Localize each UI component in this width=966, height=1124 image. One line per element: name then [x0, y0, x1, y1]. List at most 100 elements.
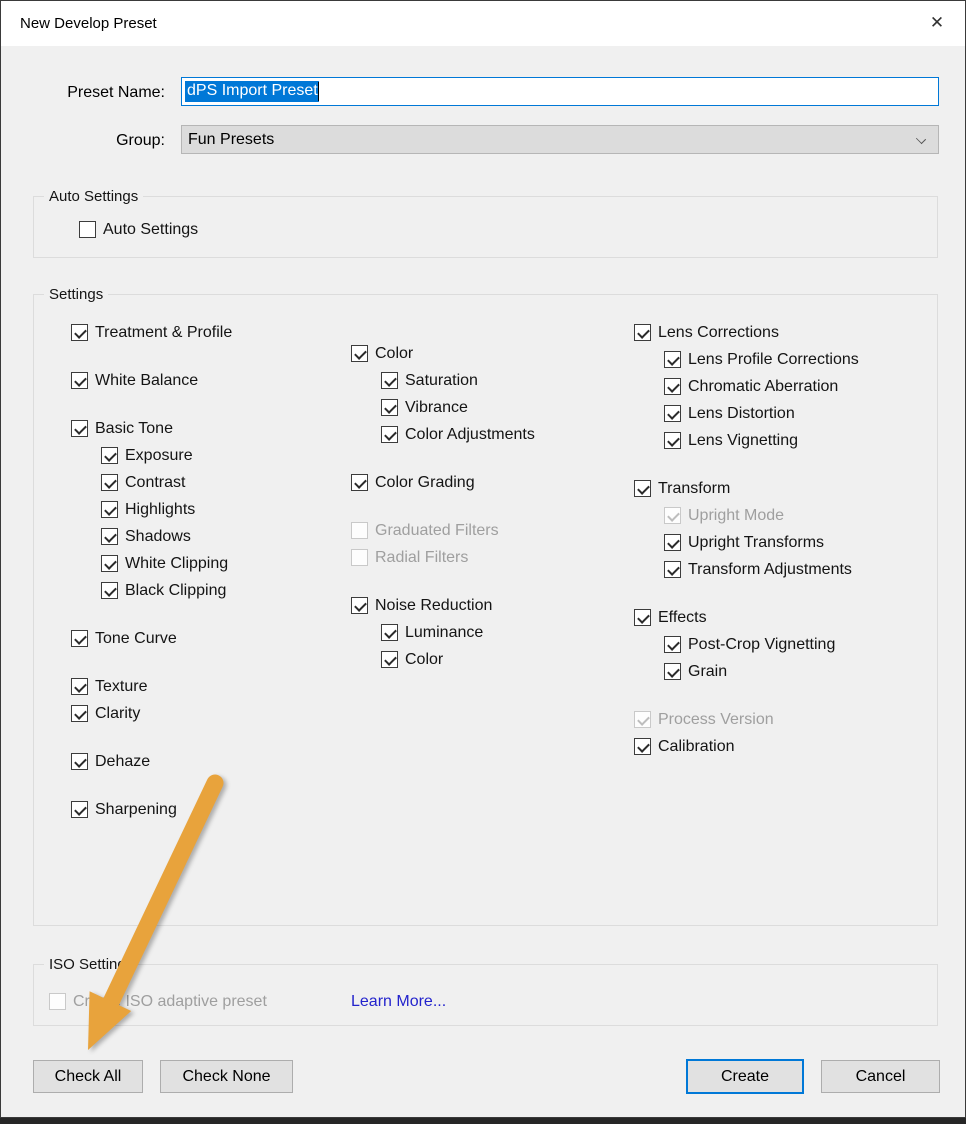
checkbox-calibration[interactable]: Calibration	[634, 733, 859, 760]
checkbox-color-adjustments[interactable]: Color Adjustments	[381, 421, 535, 448]
checkbox-white-clipping[interactable]: White Clipping	[101, 550, 232, 577]
checked-checkbox-icon[interactable]	[634, 324, 651, 341]
checked-checkbox-icon[interactable]	[351, 597, 368, 614]
group-dropdown[interactable]: Fun Presets	[181, 125, 939, 154]
checkbox-post-crop-vignetting[interactable]: Post-Crop Vignetting	[664, 631, 859, 658]
checkbox-texture[interactable]: Texture	[71, 673, 232, 700]
checked-checkbox-icon[interactable]	[381, 399, 398, 416]
checked-checkbox-icon[interactable]	[634, 738, 651, 755]
checkbox-lens-corrections[interactable]: Lens Corrections	[634, 319, 859, 346]
checked-checkbox-icon[interactable]	[71, 753, 88, 770]
checkbox-transform[interactable]: Transform	[634, 475, 859, 502]
preset-name-input[interactable]: dPS Import Preset	[181, 77, 939, 106]
checkbox-group: Effects Post-Crop Vignetting Grain	[634, 604, 859, 685]
unchecked-checkbox-icon[interactable]	[79, 221, 96, 238]
checked-checkbox-icon[interactable]	[101, 582, 118, 599]
checked-checkbox-icon[interactable]	[71, 705, 88, 722]
learn-more-link[interactable]: Learn More...	[351, 993, 446, 1011]
checkbox-effects[interactable]: Effects	[634, 604, 859, 631]
checkbox-highlights[interactable]: Highlights	[101, 496, 232, 523]
checked-checkbox-icon[interactable]	[351, 474, 368, 491]
checkbox-lens-vignetting[interactable]: Lens Vignetting	[664, 427, 859, 454]
checkbox-dehaze[interactable]: Dehaze	[71, 748, 232, 775]
checkbox-chromatic-aberration[interactable]: Chromatic Aberration	[664, 373, 859, 400]
checkbox-process-version: Process Version	[634, 706, 859, 733]
checkbox-white-balance[interactable]: White Balance	[71, 367, 232, 394]
checked-checkbox-icon[interactable]	[71, 801, 88, 818]
checkbox-lens-profile-corrections[interactable]: Lens Profile Corrections	[664, 346, 859, 373]
checked-checkbox-icon[interactable]	[381, 624, 398, 641]
checked-checkbox-icon[interactable]	[634, 609, 651, 626]
checkbox-label: Texture	[95, 678, 147, 696]
checkbox-exposure[interactable]: Exposure	[101, 442, 232, 469]
checked-checkbox-icon[interactable]	[101, 501, 118, 518]
checkbox-color[interactable]: Color	[351, 340, 535, 367]
check-all-button[interactable]: Check All	[33, 1060, 143, 1093]
checked-checkbox-icon[interactable]	[664, 432, 681, 449]
checkbox-shadows[interactable]: Shadows	[101, 523, 232, 550]
checkbox-label: Exposure	[125, 447, 193, 465]
checked-checkbox-icon[interactable]	[664, 561, 681, 578]
checkbox-auto-settings[interactable]: Auto Settings	[79, 216, 198, 243]
checked-checkbox-icon[interactable]	[664, 636, 681, 653]
cancel-button[interactable]: Cancel	[821, 1060, 940, 1093]
checkbox-noise-reduction[interactable]: Noise Reduction	[351, 592, 535, 619]
checkbox-basic-tone[interactable]: Basic Tone	[71, 415, 232, 442]
checkbox-group: Process VersionCalibration	[634, 706, 859, 760]
checkbox-contrast[interactable]: Contrast	[101, 469, 232, 496]
checked-checkbox-icon[interactable]	[664, 351, 681, 368]
checked-checkbox-icon[interactable]	[664, 663, 681, 680]
checkbox-upright-transforms[interactable]: Upright Transforms	[664, 529, 859, 556]
close-icon[interactable]: ✕	[921, 8, 953, 38]
checked-checkbox-icon[interactable]	[634, 480, 651, 497]
checked-checkbox-icon[interactable]	[664, 405, 681, 422]
checkbox-label: Black Clipping	[125, 582, 226, 600]
checkbox-luminance[interactable]: Luminance	[381, 619, 535, 646]
check-none-button[interactable]: Check None	[160, 1060, 293, 1093]
create-button[interactable]: Create	[686, 1059, 804, 1094]
checked-checkbox-icon[interactable]	[351, 345, 368, 362]
checked-checkbox-icon[interactable]	[664, 378, 681, 395]
dialog-title: New Develop Preset	[20, 15, 157, 32]
checkbox-label: Grain	[688, 663, 727, 681]
checkbox-color[interactable]: Color	[381, 646, 535, 673]
checked-checkbox-icon[interactable]	[71, 372, 88, 389]
group-label: Group:	[1, 132, 165, 150]
checked-checkbox-icon[interactable]	[381, 426, 398, 443]
checkbox-transform-adjustments[interactable]: Transform Adjustments	[664, 556, 859, 583]
checkbox-label: Dehaze	[95, 753, 150, 771]
preset-name-selected-text: dPS Import Preset	[185, 81, 319, 102]
checked-checkbox-icon[interactable]	[664, 534, 681, 551]
checkbox-group: Graduated FiltersRadial Filters	[351, 517, 535, 571]
checkbox-group: Tone Curve	[71, 625, 232, 652]
checkbox-saturation[interactable]: Saturation	[381, 367, 535, 394]
checkbox-clarity[interactable]: Clarity	[71, 700, 232, 727]
checkbox-lens-distortion[interactable]: Lens Distortion	[664, 400, 859, 427]
settings-column-1: Treatment & Profile White Balance Basic To…	[71, 319, 232, 844]
checkbox-label: Lens Vignetting	[688, 432, 798, 450]
checkbox-vibrance[interactable]: Vibrance	[381, 394, 535, 421]
checkbox-label: Noise Reduction	[375, 597, 492, 615]
checked-checkbox-icon[interactable]	[101, 528, 118, 545]
checked-checkbox-icon[interactable]	[101, 555, 118, 572]
checkbox-treatment-profile[interactable]: Treatment & Profile	[71, 319, 232, 346]
checkbox-label: Saturation	[405, 372, 478, 390]
checkbox-sharpening[interactable]: Sharpening	[71, 796, 232, 823]
checked-checkbox-icon[interactable]	[381, 651, 398, 668]
checkbox-grain[interactable]: Grain	[664, 658, 859, 685]
checkbox-tone-curve[interactable]: Tone Curve	[71, 625, 232, 652]
checked-checkbox-icon[interactable]	[71, 630, 88, 647]
checked-checkbox-icon[interactable]	[381, 372, 398, 389]
checkbox-label: Shadows	[125, 528, 191, 546]
checkbox-label: Tone Curve	[95, 630, 177, 648]
titlebar: New Develop Preset ✕	[1, 1, 965, 46]
checked-checkbox-icon[interactable]	[71, 420, 88, 437]
checked-checkbox-icon[interactable]	[71, 678, 88, 695]
checkbox-label: Create ISO adaptive preset	[73, 993, 267, 1011]
checkbox-color-grading[interactable]: Color Grading	[351, 469, 535, 496]
checked-checkbox-icon[interactable]	[101, 474, 118, 491]
checked-checkbox-icon[interactable]	[71, 324, 88, 341]
checked-checkbox-icon[interactable]	[101, 447, 118, 464]
checkbox-label: Effects	[658, 609, 707, 627]
checkbox-black-clipping[interactable]: Black Clipping	[101, 577, 232, 604]
